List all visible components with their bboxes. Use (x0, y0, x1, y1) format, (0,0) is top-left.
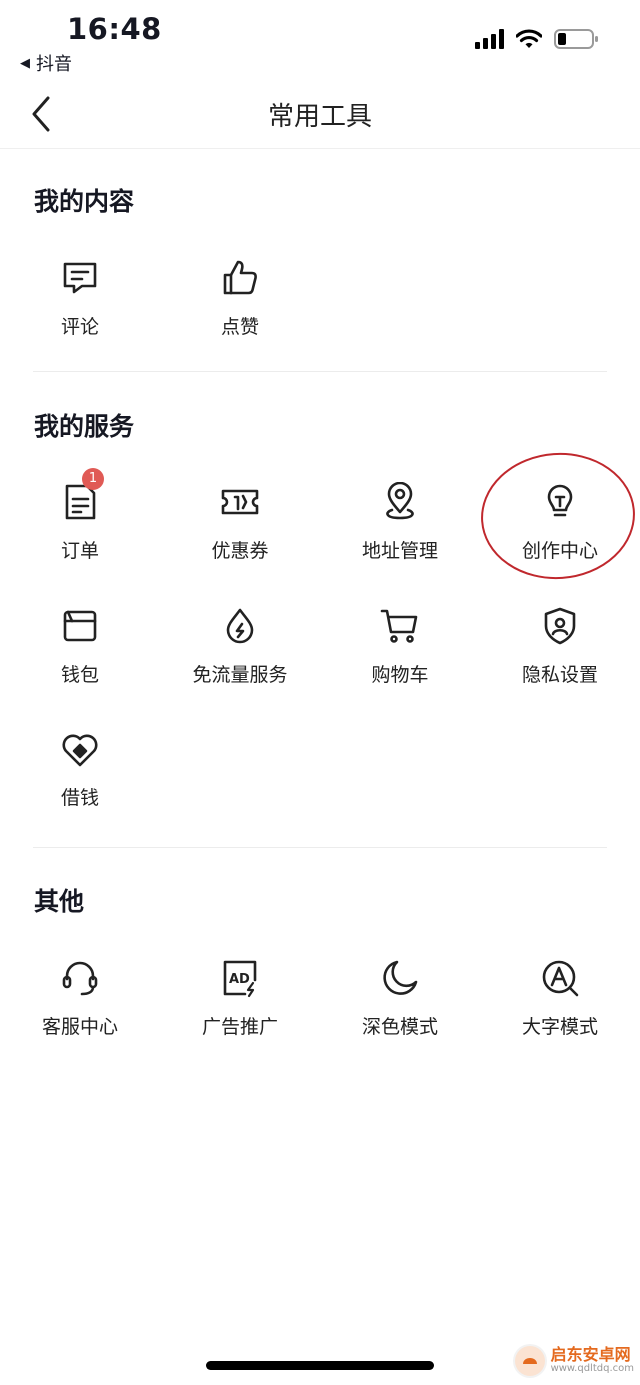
tool-shopping-cart[interactable]: 购物车 (320, 606, 480, 716)
tool-like[interactable]: 点赞 (160, 258, 320, 368)
tool-label: 免流量服务 (192, 664, 288, 686)
headset-icon (62, 961, 98, 996)
back-to-app-link[interactable]: ◀ 抖音 (20, 50, 72, 76)
tool-label: 订单 (60, 540, 99, 562)
tool-label: 点赞 (220, 316, 259, 338)
section-title-my-services: 我的服务 (34, 412, 135, 441)
tool-dark-mode[interactable]: 深色模式 (320, 958, 480, 1068)
navigation-bar: 常用工具 (0, 80, 640, 149)
moon-icon (383, 960, 418, 995)
watermark-name: 启东安卓网 (550, 1345, 631, 1365)
wifi-icon (516, 29, 542, 48)
section-divider (33, 847, 607, 848)
data-drop-icon (226, 608, 254, 644)
tool-large-font-mode[interactable]: 大字模式 (480, 958, 640, 1068)
section-divider (33, 371, 607, 372)
tool-label: 客服中心 (41, 1016, 118, 1038)
page-title: 常用工具 (267, 102, 372, 132)
cart-icon (380, 609, 418, 643)
tool-label: 深色模式 (361, 1016, 438, 1038)
tool-order[interactable]: 1 订单 (0, 468, 160, 592)
tool-label: 广告推广 (201, 1016, 278, 1038)
watermark-logo-icon (512, 1344, 547, 1378)
wallet-icon (63, 610, 97, 642)
ad-icon: AD (223, 960, 257, 998)
tool-coupon[interactable]: 优惠券 (160, 482, 320, 592)
tool-label: 钱包 (60, 664, 99, 686)
tool-comment[interactable]: 评论 (0, 258, 160, 368)
location-pin-icon (386, 482, 414, 520)
tool-label: 优惠券 (211, 540, 269, 562)
order-count-badge: 1 (82, 468, 104, 490)
watermark-url: www.qdltdq.com (550, 1363, 634, 1375)
large-font-icon (542, 960, 579, 997)
back-app-label: 抖音 (36, 54, 72, 75)
hand-drawn-annotation-circle (481, 452, 635, 580)
home-indicator[interactable] (206, 1361, 434, 1370)
tool-customer-service[interactable]: 客服中心 (0, 958, 160, 1068)
thumbs-up-icon (223, 260, 257, 295)
tool-privacy-settings[interactable]: 隐私设置 (480, 606, 640, 716)
tool-address[interactable]: 地址管理 (320, 482, 480, 592)
tool-borrow-money[interactable]: 借钱 (0, 729, 160, 839)
tool-label: 借钱 (60, 787, 99, 809)
tool-label: 地址管理 (361, 540, 438, 562)
status-bar: 16:48 ◀ 抖音 (0, 0, 640, 80)
battery-icon (554, 29, 598, 49)
privacy-shield-icon (544, 607, 576, 645)
tool-ad-promotion[interactable]: AD 广告推广 (160, 958, 320, 1068)
cellular-signal-icon (475, 29, 504, 49)
tool-label: 大字模式 (521, 1016, 598, 1038)
section-title-other: 其他 (34, 887, 85, 916)
comment-icon (63, 262, 97, 294)
coupon-icon (221, 489, 259, 515)
loan-icon (62, 734, 98, 767)
tool-label: 购物车 (371, 664, 429, 686)
tool-label: 隐私设置 (521, 664, 598, 686)
tool-label: 评论 (60, 316, 99, 338)
back-triangle-icon: ◀ (20, 55, 30, 71)
tool-wallet[interactable]: 钱包 (0, 606, 160, 716)
svg-text:AD: AD (229, 972, 250, 987)
status-time: 16:48 (67, 12, 162, 46)
site-watermark: 启东安卓网 www.qdltdq.com (512, 1344, 634, 1378)
tool-free-data-service[interactable]: 免流量服务 (160, 606, 320, 716)
section-title-my-content: 我的内容 (34, 187, 135, 216)
